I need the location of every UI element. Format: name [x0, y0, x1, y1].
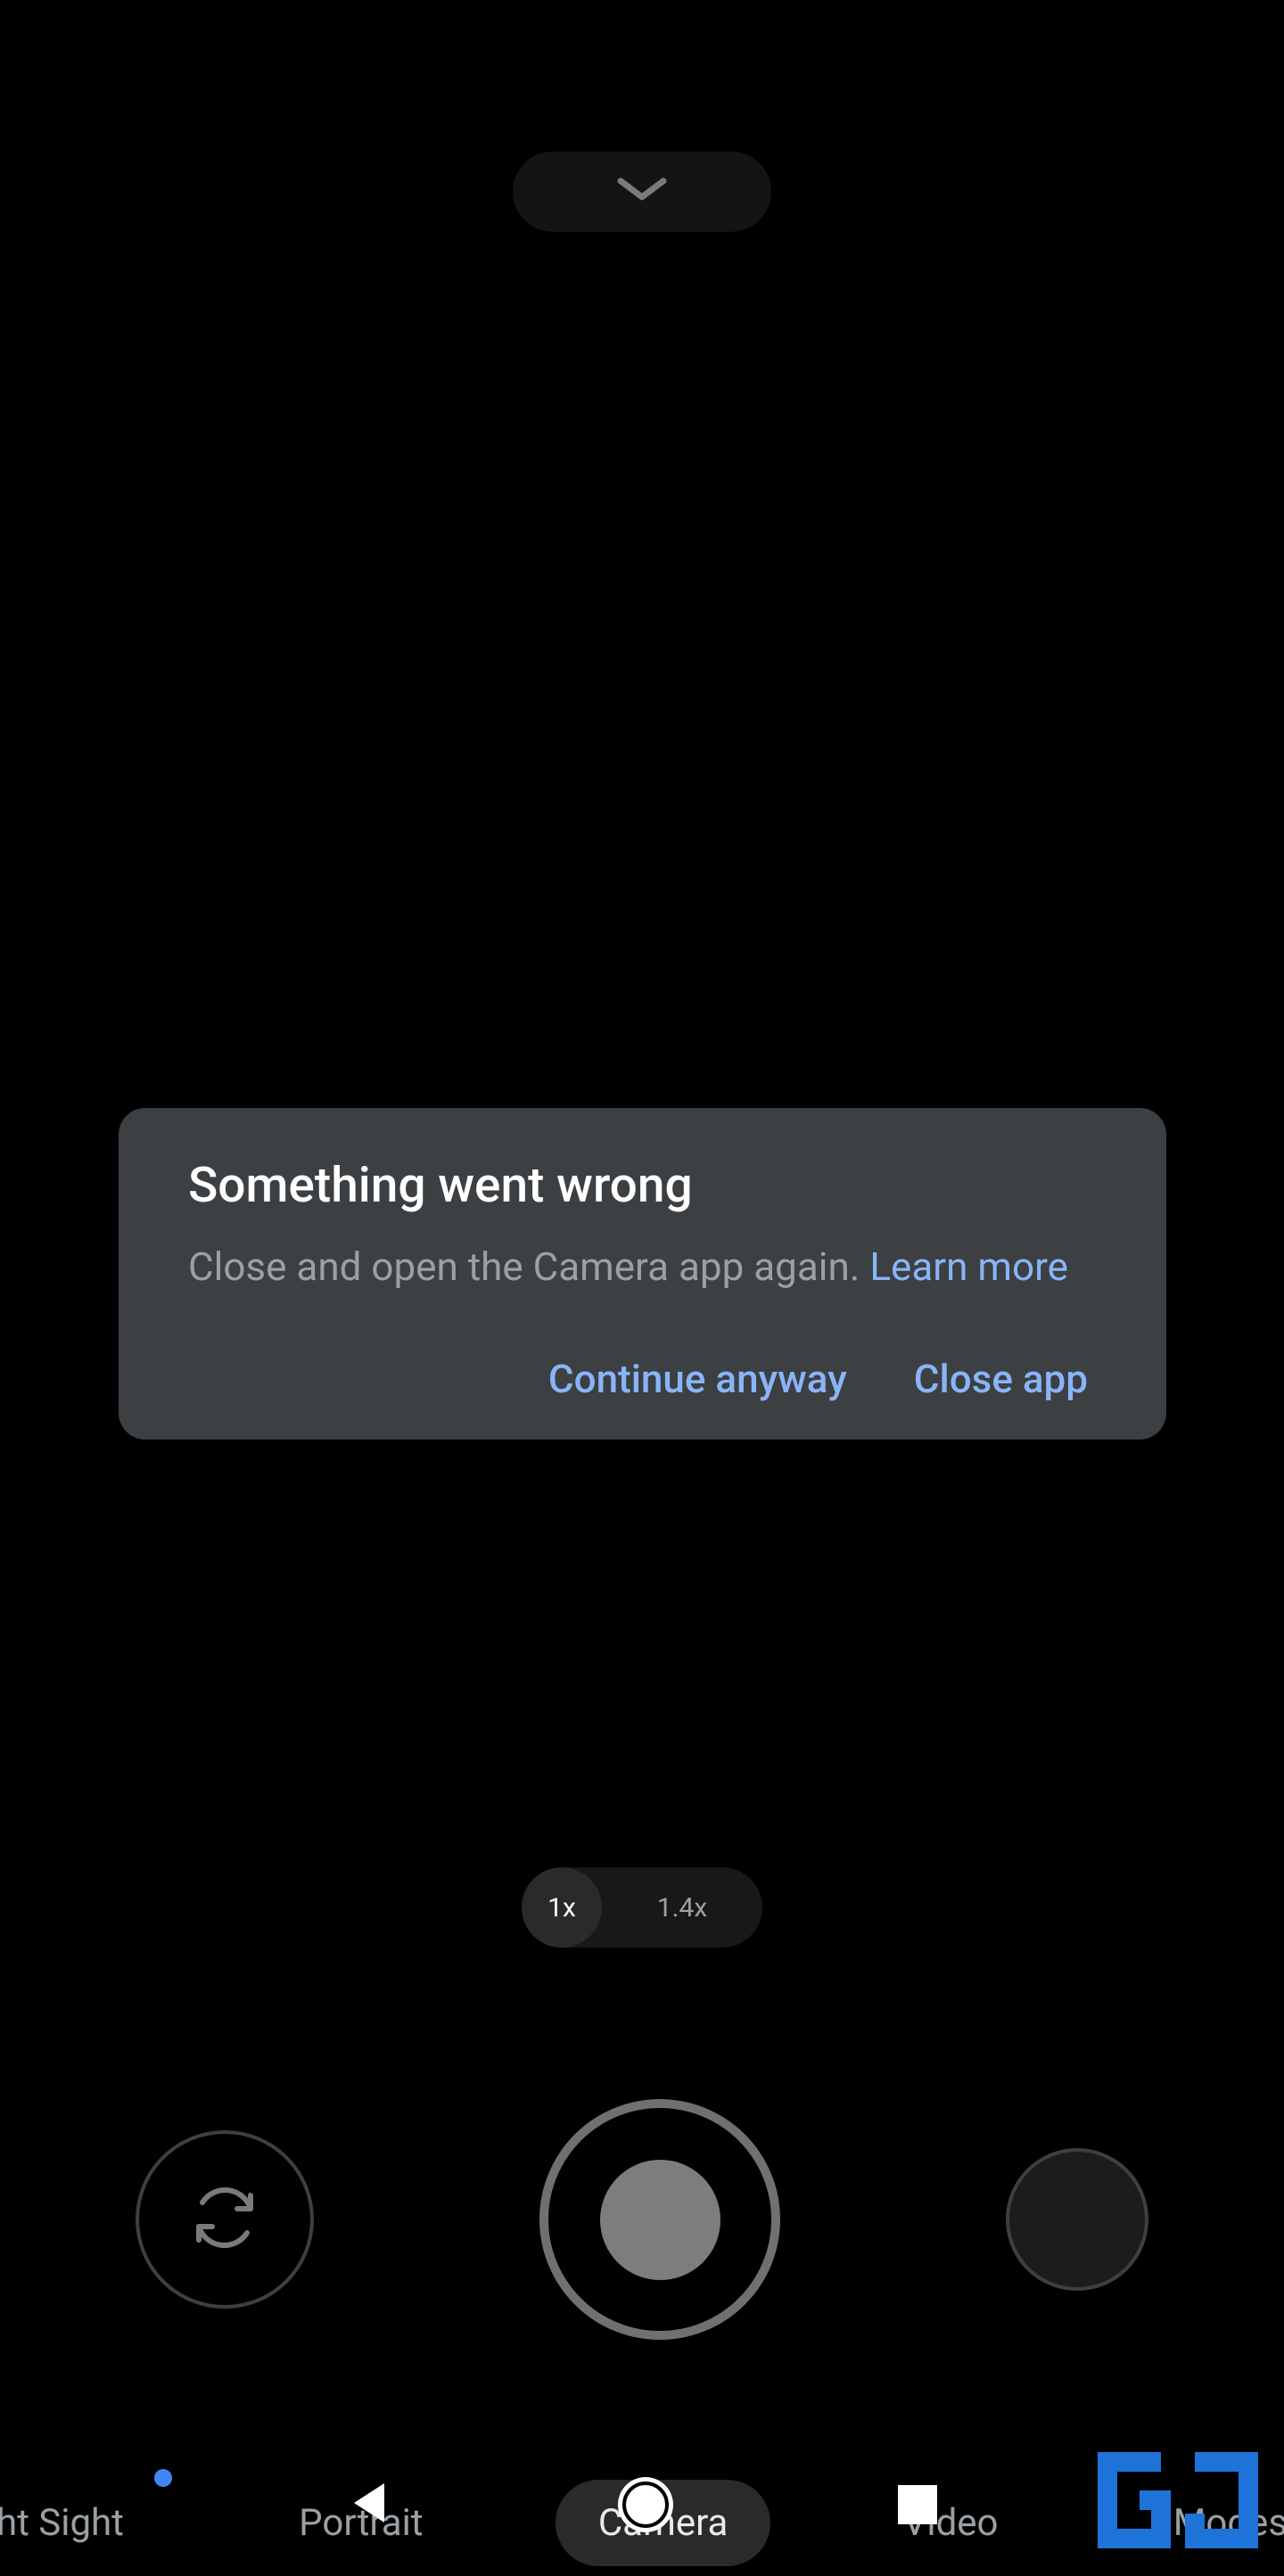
zoom-selector[interactable]: 1x 1.4x	[522, 1867, 762, 1948]
learn-more-link[interactable]: Learn more	[869, 1243, 1068, 1290]
camera-controls-row	[0, 2099, 1284, 2340]
android-nav-bar	[0, 2442, 1284, 2567]
chevron-down-icon	[615, 174, 669, 209]
zoom-option-1x[interactable]: 1x	[522, 1867, 602, 1948]
nav-recent-button[interactable]	[898, 2485, 937, 2524]
nav-back-button[interactable]	[347, 2480, 393, 2530]
settings-pull-handle[interactable]	[513, 152, 771, 232]
close-app-button[interactable]: Close app	[914, 1356, 1088, 1402]
error-dialog: Something went wrong Close and open the …	[119, 1108, 1166, 1440]
shutter-inner	[600, 2160, 720, 2280]
zoom-option-1-4x[interactable]: 1.4x	[602, 1867, 762, 1948]
dialog-title: Something went wrong	[188, 1157, 1097, 1214]
nav-home-button[interactable]	[622, 2482, 669, 2528]
gallery-thumbnail-button[interactable]	[1006, 2148, 1148, 2291]
dialog-body-text: Close and open the Camera app again.	[188, 1243, 869, 1290]
switch-camera-button[interactable]	[136, 2130, 314, 2309]
watermark-logo	[1097, 2451, 1266, 2549]
dialog-actions: Continue anyway Close app	[188, 1356, 1097, 1402]
shutter-button[interactable]	[539, 2099, 780, 2340]
continue-anyway-button[interactable]: Continue anyway	[548, 1356, 847, 1402]
dialog-body: Close and open the Camera app again. Lea…	[188, 1241, 1097, 1293]
switch-camera-icon	[185, 2178, 265, 2261]
